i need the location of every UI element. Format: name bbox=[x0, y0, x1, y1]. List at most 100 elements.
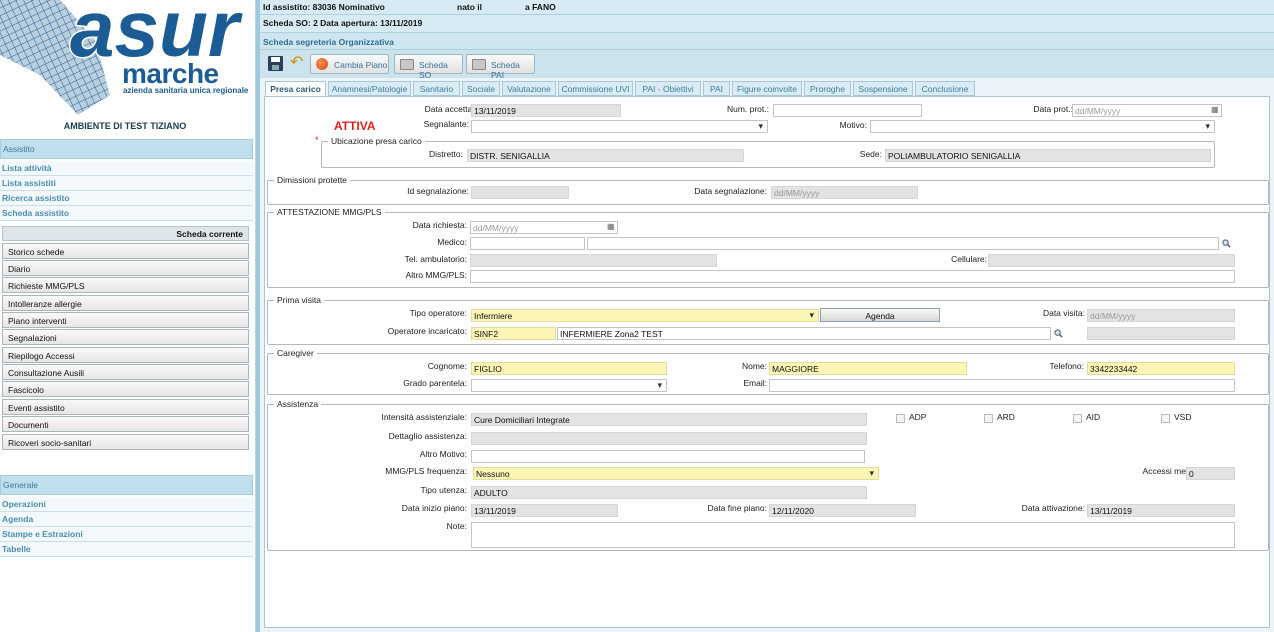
tab-valutazione[interactable]: Valutazione bbox=[502, 81, 556, 96]
nav-link-ricerca-assistito[interactable]: Ricerca assistito bbox=[0, 191, 253, 206]
scheda-pai-button[interactable]: Scheda PAI bbox=[466, 54, 535, 80]
search-icon[interactable] bbox=[1222, 239, 1231, 248]
cellulare-field bbox=[988, 254, 1235, 267]
data-visita-label: Data visita: bbox=[1042, 308, 1085, 318]
medico-label: Medico: bbox=[437, 237, 467, 247]
nav-link-lista-attivita[interactable]: Lista attività bbox=[0, 161, 253, 176]
note-textarea[interactable] bbox=[471, 522, 1235, 548]
aid-checkbox[interactable] bbox=[1073, 414, 1082, 423]
altro-mmg-input[interactable] bbox=[470, 270, 1235, 283]
scheda-so-label: Scheda SO bbox=[419, 60, 448, 80]
vsd-checkbox[interactable] bbox=[1161, 414, 1170, 423]
tab-anamnesi[interactable]: Anamnesi/Patologie bbox=[328, 81, 411, 96]
calendar-icon[interactable]: ▦ bbox=[1211, 105, 1219, 114]
tab-presa-carico[interactable]: Presa carico bbox=[265, 81, 326, 96]
fascicolo-button[interactable]: Fascicolo bbox=[2, 381, 249, 397]
printer-icon bbox=[400, 59, 414, 70]
scheda-so-button[interactable]: Scheda SO bbox=[394, 54, 463, 80]
operatore-name-field[interactable]: INFERMIERE Zona2 TEST bbox=[557, 327, 1051, 340]
tipo-operatore-select[interactable]: Infermiere bbox=[471, 309, 819, 322]
grado-parentela-select[interactable] bbox=[471, 379, 667, 392]
assistenza-legend: Assistenza bbox=[274, 399, 322, 409]
eventi-assistito-button[interactable]: Eventi assistito bbox=[2, 399, 249, 415]
tel-ambulatorio-label: Tel. ambulatorio: bbox=[404, 254, 467, 264]
tab-conclusione[interactable]: Conclusione bbox=[915, 81, 975, 96]
ricoveri-button[interactable]: Ricoveri socio-sanitari bbox=[2, 434, 249, 450]
telefono-label: Telefono: bbox=[1049, 361, 1085, 371]
nav-link-agenda[interactable]: Agenda bbox=[0, 512, 253, 527]
email-input[interactable] bbox=[769, 379, 1235, 392]
nav-link-tabelle[interactable]: Tabelle bbox=[0, 542, 253, 557]
nav-link-operazioni[interactable]: Operazioni bbox=[0, 497, 253, 512]
nome-input[interactable]: MAGGIORE bbox=[769, 362, 967, 375]
data-segnalazione-field: dd/MM/yyyy bbox=[771, 186, 918, 199]
agenda-button[interactable]: Agenda bbox=[820, 308, 940, 322]
piano-interventi-button[interactable]: Piano interventi bbox=[2, 312, 249, 328]
scheda-info: Scheda SO: 2 Data apertura: 13/11/2019 bbox=[263, 18, 423, 28]
tab-sanitario[interactable]: Sanitario bbox=[413, 81, 460, 96]
intensita-label: Intensità assistenziale: bbox=[381, 412, 467, 422]
status-badge: ATTIVA bbox=[334, 119, 376, 133]
undo-icon[interactable]: ↶ bbox=[290, 55, 303, 71]
richieste-mmg-button[interactable]: Richieste MMG/PLS bbox=[2, 277, 249, 293]
data-richiesta-input[interactable]: dd/MM/yyyy bbox=[470, 221, 618, 234]
dimissioni-legend: Dimissioni protette bbox=[274, 175, 350, 185]
data-visita-field: dd/MM/yyyy bbox=[1087, 309, 1235, 322]
accessi-mensili-field: 0 bbox=[1186, 467, 1235, 480]
telefono-input[interactable]: 3342233442 bbox=[1087, 362, 1235, 375]
data-segnalazione-label: Data segnalazione: bbox=[694, 186, 767, 196]
nav-header-assistito[interactable]: Assistito bbox=[0, 139, 253, 159]
consultazione-ausili-button[interactable]: Consultazione Ausili bbox=[2, 364, 249, 380]
tab-sospensione[interactable]: Sospensione bbox=[853, 81, 913, 96]
operatore-incaricato-label: Operatore incaricato: bbox=[387, 326, 467, 336]
patient-info-bar: Id assistito: 83036 Nominativo nato il a… bbox=[260, 0, 1274, 15]
cambia-piano-button[interactable]: Cambia Piano bbox=[310, 54, 389, 74]
save-icon[interactable] bbox=[268, 56, 283, 71]
tab-figure-coinvolte[interactable]: Figure coinvolte bbox=[732, 81, 802, 96]
nav-header-generale[interactable]: Generale bbox=[0, 475, 253, 495]
documenti-button[interactable]: Documenti bbox=[2, 416, 249, 432]
segnalazioni-button[interactable]: Segnalazioni bbox=[2, 329, 249, 345]
data-richiesta-label: Data richiesta: bbox=[412, 220, 467, 230]
nav-link-lista-assistiti[interactable]: Lista assistiti bbox=[0, 176, 253, 191]
operatore-code-field[interactable]: SINF2 bbox=[471, 327, 556, 340]
motivo-label: Motivo: bbox=[839, 120, 867, 130]
attestazione-legend: ATTESTAZIONE MMG/PLS bbox=[274, 207, 385, 217]
tab-proroghe[interactable]: Proroghe bbox=[804, 81, 851, 96]
intolleranze-button[interactable]: Intolleranze allergie bbox=[2, 295, 249, 311]
tab-pai-obiettivi[interactable]: PAI - Obiettivi bbox=[635, 81, 701, 96]
segnalante-select[interactable] bbox=[471, 120, 768, 133]
asur-logo: asur marche azienda sanitaria unica regi… bbox=[0, 0, 256, 118]
ard-checkbox[interactable] bbox=[984, 414, 993, 423]
nav-link-scheda-assistito[interactable]: Scheda assistito bbox=[0, 206, 253, 221]
intensita-field: Cure Domiciliari Integrate bbox=[471, 413, 867, 426]
data-attivazione-label: Data attivazione: bbox=[1021, 503, 1085, 513]
medico-name-input[interactable] bbox=[587, 237, 1219, 250]
calendar-icon[interactable]: ▦ bbox=[607, 222, 615, 231]
search-icon[interactable] bbox=[1054, 329, 1063, 338]
medico-code-input[interactable] bbox=[470, 237, 585, 250]
tab-sociale[interactable]: Sociale bbox=[462, 81, 500, 96]
tab-pai[interactable]: PAI bbox=[703, 81, 730, 96]
motivo-select[interactable] bbox=[870, 120, 1215, 133]
riepilogo-accessi-button[interactable]: Riepilogo Accessi bbox=[2, 347, 249, 363]
altro-motivo-input[interactable] bbox=[471, 450, 865, 463]
adp-checkbox[interactable] bbox=[896, 414, 905, 423]
tab-commissione-uvi[interactable]: Commissione UVI bbox=[558, 81, 633, 96]
cognome-input[interactable]: FIGLIO bbox=[471, 362, 667, 375]
operatore-extra-field bbox=[1087, 327, 1235, 340]
ubicazione-legend: Ubicazione presa carico bbox=[328, 136, 425, 146]
num-prot-input[interactable] bbox=[773, 104, 922, 117]
note-label: Note: bbox=[446, 521, 467, 531]
id-segnalazione-label: Id segnalazione: bbox=[407, 186, 469, 196]
nome-label: Nome: bbox=[741, 361, 767, 371]
data-prot-input[interactable]: dd/MM/yyyy bbox=[1072, 104, 1222, 117]
prima-visita-legend: Prima visita bbox=[274, 295, 324, 305]
diario-button[interactable]: Diario bbox=[2, 260, 249, 276]
tipo-utenza-field: ADULTO bbox=[471, 486, 867, 499]
storico-schede-button[interactable]: Storico schede bbox=[2, 243, 249, 259]
data-visita-placeholder: dd/MM/yyyy bbox=[1090, 311, 1136, 321]
nav-link-stampe[interactable]: Stampe e Estrazioni bbox=[0, 527, 253, 542]
toolbar: ↶ Cambia Piano Scheda SO Scheda PAI bbox=[260, 50, 1274, 80]
mmg-freq-select[interactable]: Nessuno bbox=[473, 467, 879, 480]
